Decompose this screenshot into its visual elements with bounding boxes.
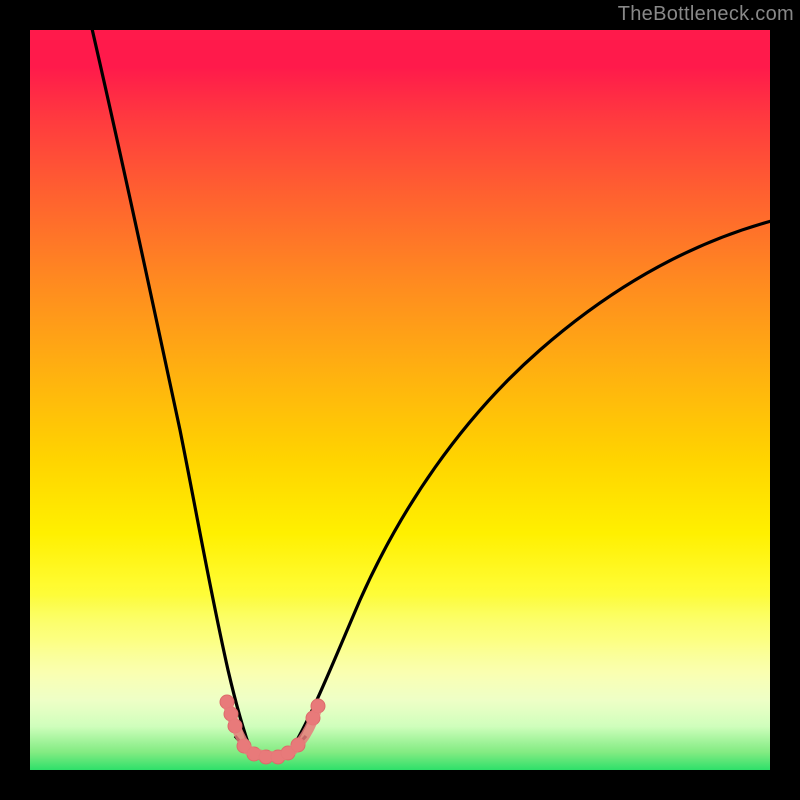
curve-layer xyxy=(30,30,770,770)
bottleneck-curve-left xyxy=(90,30,252,754)
plot-area xyxy=(30,30,770,770)
watermark-text: TheBottleneck.com xyxy=(618,3,794,26)
bottleneck-curve-right xyxy=(290,220,770,752)
chart-frame: TheBottleneck.com xyxy=(0,0,800,800)
